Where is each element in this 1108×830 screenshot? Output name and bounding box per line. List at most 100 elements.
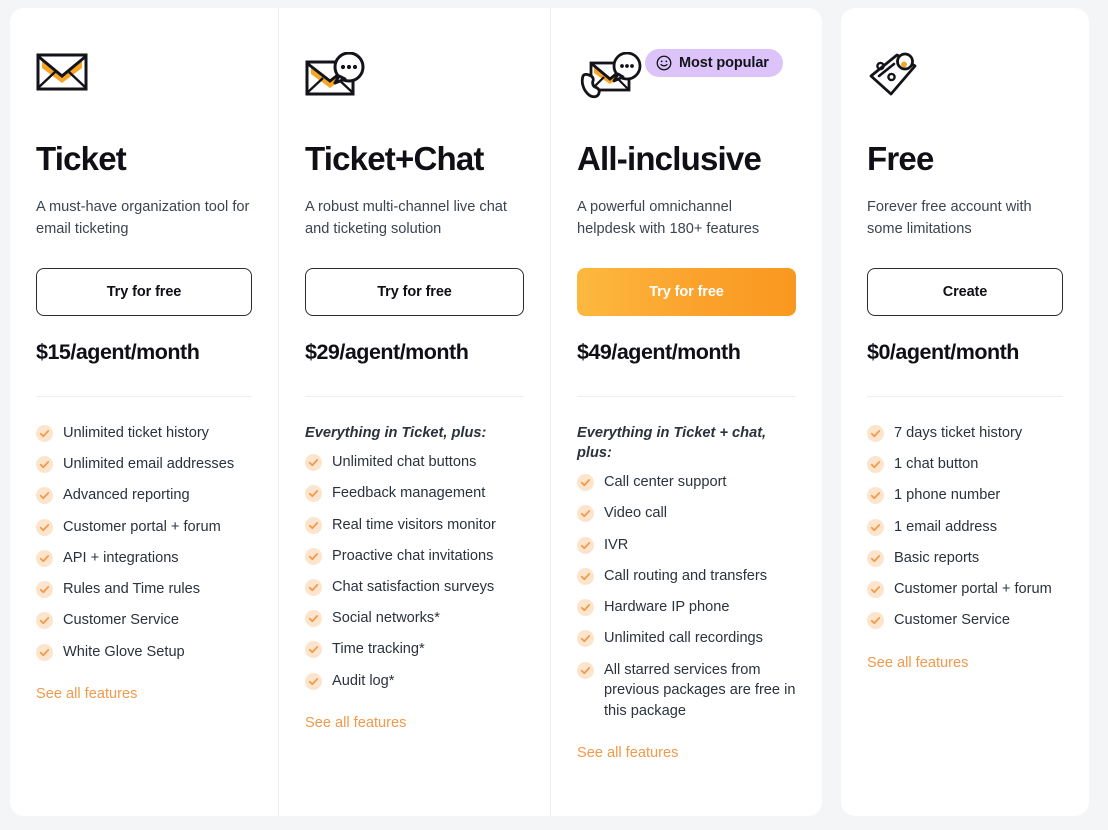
check-circle-icon [577,474,594,492]
feature-label: White Glove Setup [63,643,185,660]
list-item: Feedback management [305,483,524,504]
feature-section: 7 days ticket history 1 chat button 1 ph… [867,397,1063,816]
price-amount: $15 [36,340,71,365]
feature-list: Call center support Video call IVR Call … [577,472,796,721]
check-circle-icon [305,672,322,690]
check-circle-icon [305,454,322,472]
smiley-face-icon [656,55,672,71]
list-item: Hardware IP phone [577,597,796,618]
list-item: Customer portal + forum [36,517,252,538]
feature-label: Unlimited chat buttons [332,454,477,471]
list-item: Unlimited chat buttons [305,452,524,473]
price-amount: $0 [867,340,890,365]
feature-list: Unlimited chat buttons Feedback manageme… [305,452,524,691]
feature-list: Unlimited ticket history Unlimited email… [36,423,252,662]
check-circle-icon [867,549,884,567]
feature-label: Proactive chat invitations [332,547,494,564]
check-circle-icon [577,599,594,617]
check-circle-icon [305,610,322,628]
check-circle-icon [36,643,53,661]
check-circle-icon [867,518,884,536]
price-period: /agent/month [611,340,741,365]
plan-name: Free [867,140,934,177]
list-item: Time tracking* [305,639,524,660]
check-circle-icon [577,630,594,648]
price-amount: $49 [577,340,612,365]
feature-label: Social networks* [332,610,440,627]
feature-label: 1 chat button [894,456,979,473]
pricing-card-all-inclusive: Most popular All-inclusive A powerful om… [550,8,822,816]
feature-label: Rules and Time rules [63,581,201,598]
check-circle-icon [867,487,884,505]
check-circle-icon [36,425,53,442]
list-item: Social networks* [305,608,524,629]
create-button[interactable]: Create [867,268,1063,317]
list-item: Call center support [577,472,796,493]
badge-label: Most popular [679,55,769,71]
see-all-features-link[interactable]: See all features [867,655,968,671]
plan-price: $15/agent/month [36,340,252,365]
envelope-icon [36,53,88,91]
most-popular-badge: Most popular [645,49,783,77]
list-item: White Glove Setup [36,642,252,663]
see-all-features-link[interactable]: See all features [577,745,678,761]
plan-description: A must-have organization tool for email … [36,199,250,237]
check-circle-icon [36,549,53,567]
list-item: Customer portal + forum [867,579,1063,600]
check-circle-icon [305,485,322,503]
feature-label: Real time visitors monitor [332,516,496,533]
pricing-card-ticket-chat: Ticket+Chat A robust multi-channel live … [278,8,550,816]
phone-envelope-chat-icon [580,52,642,99]
see-all-features-link[interactable]: See all features [36,686,137,702]
feature-label: Customer portal + forum [63,518,221,535]
try-for-free-button[interactable]: Try for free [577,268,796,317]
feature-label: Customer Service [894,612,1010,629]
plan-description: A powerful omnichannel helpdesk with 180… [577,199,760,237]
list-item: Rules and Time rules [36,579,252,600]
list-item: API + integrations [36,548,252,569]
price-period: /agent/month [889,340,1019,365]
list-item: Chat satisfaction surveys [305,577,524,598]
list-item: Advanced reporting [36,485,252,506]
feature-label: Video call [604,505,668,522]
try-for-free-button[interactable]: Try for free [36,268,252,317]
feature-section: Everything in Ticket + chat, plus: Call … [577,397,796,816]
pricing-card-ticket: Ticket A must-have organization tool for… [10,8,278,816]
list-item: All starred services from previous packa… [577,660,796,722]
see-all-features-link[interactable]: See all features [305,715,406,731]
check-circle-icon [867,581,884,599]
card-header: Most popular All-inclusive A powerful om… [577,8,796,396]
list-item: Unlimited email addresses [36,454,252,475]
try-for-free-button[interactable]: Try for free [305,268,524,317]
check-circle-icon [577,567,594,585]
check-circle-icon [36,612,53,630]
feature-label: Unlimited call recordings [604,630,763,647]
list-item: Call routing and transfers [577,566,796,587]
price-period: /agent/month [339,340,469,365]
check-circle-icon [36,581,53,599]
plan-name: Ticket+Chat [305,140,484,177]
plan-description: Forever free account with some limitatio… [867,199,1032,237]
card-header: Ticket A must-have organization tool for… [36,8,252,396]
feature-label: All starred services from previous packa… [604,661,796,719]
check-circle-icon [36,518,53,536]
feature-label: 7 days ticket history [894,425,1023,441]
feature-label: Hardware IP phone [604,599,730,616]
price-period: /agent/month [70,340,200,365]
feature-label: Feedback management [332,485,486,502]
list-item: Customer Service [867,610,1063,631]
pricing-card-free: Free Forever free account with some limi… [841,8,1089,816]
list-item: Unlimited ticket history [36,423,252,444]
feature-label: IVR [604,536,629,553]
list-item: Video call [577,503,796,524]
card-header: Ticket+Chat A robust multi-channel live … [305,8,524,396]
check-circle-icon [577,661,594,679]
plan-name: Ticket [36,140,127,177]
list-item: Unlimited call recordings [577,628,796,649]
check-circle-icon [305,516,322,534]
plan-price: $29/agent/month [305,340,524,365]
card-header: Free Forever free account with some limi… [867,8,1063,396]
list-item: Customer Service [36,610,252,631]
icon-row [36,52,252,116]
feature-label: Unlimited ticket history [63,425,209,441]
